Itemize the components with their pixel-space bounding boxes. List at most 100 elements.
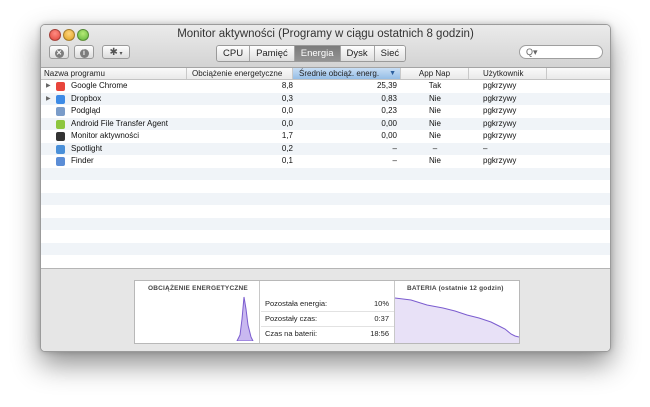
inspect-process-button[interactable]: i <box>74 45 94 59</box>
user-value: pgkrzywy <box>483 106 517 115</box>
avg-energy-value: – <box>392 156 397 165</box>
stat-time-on-battery: Czas na baterii: 18:56 <box>261 326 394 341</box>
energy-impact-value: 1,7 <box>281 131 293 140</box>
empty-row <box>41 167 610 180</box>
dropbox-icon <box>56 94 65 104</box>
close-circle-icon: ✕ <box>54 49 64 58</box>
avg-energy-value: 25,39 <box>376 81 397 90</box>
battery-graph-area <box>395 298 519 343</box>
energy-impact-value: 0,0 <box>281 118 293 128</box>
tab-switcher: CPU Pamięć Energia Dysk Sieć <box>216 45 407 62</box>
disclosure-triangle-icon[interactable]: ▶ <box>46 80 51 93</box>
table-row[interactable]: ▶ Google Chrome 8,8 25,39 Tak pgkrzywy <box>41 80 610 93</box>
sort-descending-icon: ▼ <box>389 70 396 77</box>
column-header-avg-energy[interactable]: Średnie obciąż. energ. ▼ <box>293 68 401 79</box>
process-name: Spotlight <box>71 143 103 153</box>
spotlight-icon <box>56 144 65 154</box>
activity-monitor-window: Monitor aktywności (Programy w ciągu ost… <box>40 24 611 352</box>
stat-label: Czas na baterii: <box>265 329 318 338</box>
process-name: Podgląd <box>71 106 101 115</box>
process-name: Dropbox <box>71 93 102 103</box>
column-header-name[interactable]: Nazwa programu <box>41 68 187 79</box>
empty-row <box>41 180 610 193</box>
energy-impact-value: 0,2 <box>281 143 293 153</box>
chrome-icon <box>56 82 65 91</box>
divider <box>259 281 260 343</box>
title-bar: Monitor aktywności (Programy w ciągu ost… <box>41 25 610 68</box>
user-value: pgkrzywy <box>483 156 517 165</box>
action-menu-button[interactable]: ✱ ▾ <box>102 45 130 59</box>
stat-value: 0:37 <box>374 314 389 323</box>
bottom-summary-area: OBCIĄŻENIE ENERGETYCZNE Pozostała energi… <box>41 268 610 351</box>
avg-energy-value: 0,83 <box>381 93 397 103</box>
table-header: Nazwa programu Obciążenie energetyczne Ś… <box>41 68 610 80</box>
info-icon: i <box>79 49 89 58</box>
user-value: – <box>483 143 488 153</box>
finder-icon <box>56 157 65 166</box>
tab-network[interactable]: Sieć <box>374 46 406 61</box>
empty-row <box>41 255 610 268</box>
stat-value: 18:56 <box>370 329 389 338</box>
stat-remaining-charge: Pozostała energia: 10% <box>261 296 394 312</box>
tab-cpu[interactable]: CPU <box>217 46 251 61</box>
quit-process-button[interactable]: ✕ <box>49 45 69 59</box>
process-list: ▶ Google Chrome 8,8 25,39 Tak pgkrzywy ▶ Dropbo… <box>41 80 610 268</box>
table-row[interactable]: Finder 0,1 – Nie pgkrzywy <box>41 155 610 168</box>
app-nap-value: Nie <box>428 118 441 128</box>
process-name: Android File Transfer Agent <box>71 118 168 128</box>
energy-impact-value: 0,0 <box>281 106 293 115</box>
app-nap-value: Nie <box>428 156 441 165</box>
android-icon <box>56 119 65 129</box>
avg-energy-value: – <box>392 143 397 153</box>
energy-impact-graph <box>236 296 254 341</box>
column-header-avg-energy-label: Średnie obciąż. energ. <box>299 69 380 78</box>
table-row[interactable]: Spotlight 0,2 – – – <box>41 142 610 155</box>
window-title: Monitor aktywności (Programy w ciągu ost… <box>177 28 474 40</box>
process-name: Google Chrome <box>71 81 128 90</box>
process-name: Finder <box>71 156 94 165</box>
search-icon: Q▾ <box>526 47 538 57</box>
tab-disk[interactable]: Dysk <box>340 46 375 61</box>
battery-graph <box>395 297 519 343</box>
energy-impact-value: 0,3 <box>281 93 293 103</box>
search-input[interactable]: Q▾ <box>519 45 603 59</box>
user-value: pgkrzywy <box>483 118 517 128</box>
process-name: Monitor aktywności <box>71 131 140 140</box>
stat-time-remaining: Pozostały czas: 0:37 <box>261 311 394 327</box>
table-row[interactable]: ▶ Dropbox 0,3 0,83 Nie pgkrzywy <box>41 92 610 106</box>
energy-impact-title: OBCIĄŻENIE ENERGETYCZNE <box>148 285 248 292</box>
stat-label: Pozostała energia: <box>265 299 328 308</box>
chevron-down-icon: ▾ <box>117 51 123 57</box>
user-value: pgkrzywy <box>483 131 517 140</box>
user-value: pgkrzywy <box>483 81 517 90</box>
table-row[interactable]: Android File Transfer Agent 0,0 0,00 Nie pgk… <box>41 117 610 130</box>
empty-row <box>41 205 610 218</box>
empty-row <box>41 217 610 230</box>
activity-monitor-icon <box>56 132 65 141</box>
user-value: pgkrzywy <box>483 93 517 103</box>
avg-energy-value: 0,00 <box>381 131 397 140</box>
empty-row <box>41 242 610 255</box>
battery-graph-title: BATERIA (ostatnie 12 godzin) <box>407 285 504 292</box>
app-nap-value: Tak <box>428 81 442 90</box>
app-nap-value: – <box>432 143 438 153</box>
column-header-app-nap[interactable]: App Nap <box>401 68 469 79</box>
column-header-user[interactable]: Użytkownik <box>469 68 547 79</box>
app-nap-value: Nie <box>428 131 441 140</box>
energy-impact-value: 0,1 <box>281 156 293 165</box>
energy-summary-panel: OBCIĄŻENIE ENERGETYCZNE Pozostała energi… <box>134 280 520 344</box>
disclosure-triangle-icon[interactable]: ▶ <box>46 93 51 106</box>
app-nap-value: Nie <box>428 106 441 115</box>
app-nap-value: Nie <box>428 93 441 103</box>
energy-impact-graph-area <box>236 296 254 341</box>
column-header-energy-impact[interactable]: Obciążenie energetyczne <box>187 68 293 79</box>
stat-value: 10% <box>373 299 389 308</box>
tab-memory[interactable]: Pamięć <box>250 46 295 61</box>
empty-row <box>41 230 610 243</box>
energy-impact-value: 8,8 <box>281 81 293 90</box>
table-row[interactable]: Podgląd 0,0 0,23 Nie pgkrzywy <box>41 105 610 118</box>
table-row[interactable]: Monitor aktywności 1,7 0,00 Nie pgkrzywy <box>41 130 610 143</box>
tab-energy[interactable]: Energia <box>294 46 341 61</box>
avg-energy-value: 0,00 <box>381 118 397 128</box>
avg-energy-value: 0,23 <box>381 106 397 115</box>
